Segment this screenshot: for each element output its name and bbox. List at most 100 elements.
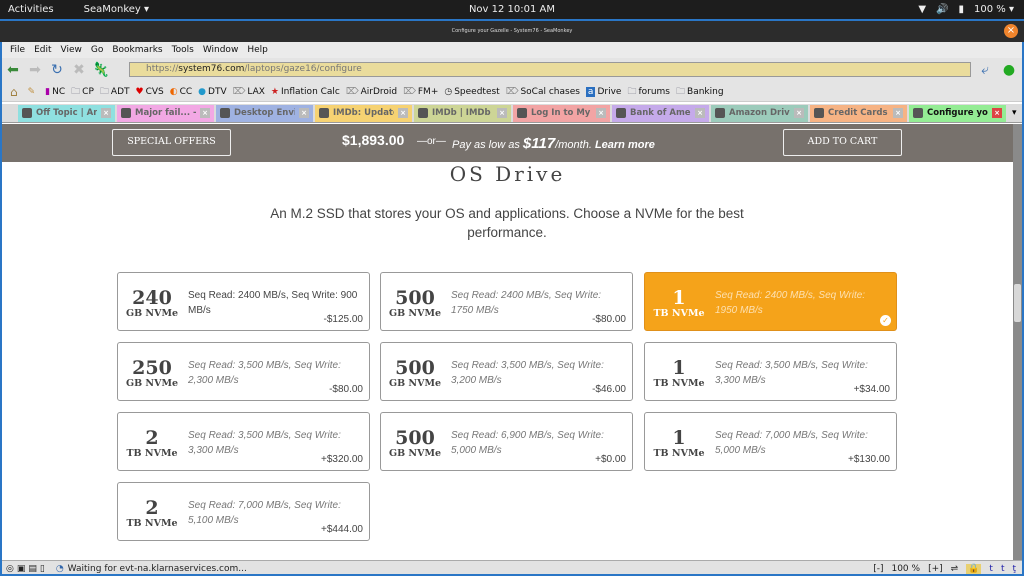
capacity-value: 500 bbox=[395, 357, 435, 379]
drive-option-card[interactable]: 500 GB NVMe Seq Read: 6,900 MB/s, Seq Writ… bbox=[380, 412, 633, 471]
add-to-cart-button[interactable]: ADD TO CART bbox=[783, 129, 902, 156]
price-delta: -$125.00 bbox=[323, 314, 363, 325]
tab[interactable]: Off Topic | An... × bbox=[18, 104, 115, 122]
bookmark-lax[interactable]: ⌦ LAX bbox=[233, 87, 265, 97]
tab-list-dropdown-icon[interactable]: ▾ bbox=[1012, 108, 1017, 118]
menu-file[interactable]: File bbox=[10, 45, 25, 55]
zoom-level[interactable]: 100 % bbox=[891, 564, 920, 574]
bookmark-cp[interactable]: 🗀 CP bbox=[71, 84, 94, 100]
clock[interactable]: Nov 12 10:01 AM bbox=[0, 4, 1024, 15]
menu-tools[interactable]: Tools bbox=[172, 45, 194, 55]
close-tab-icon[interactable]: × bbox=[497, 108, 507, 118]
url-input[interactable]: https://system76.com/laptops/gaze16/conf… bbox=[129, 62, 971, 77]
close-tab-icon[interactable]: × bbox=[101, 108, 111, 118]
back-icon[interactable]: ⬅ bbox=[2, 62, 24, 78]
bookmark-adt[interactable]: 🗀 ADT bbox=[100, 84, 130, 100]
zoom-in-button[interactable]: [+] bbox=[928, 564, 943, 574]
home-icon[interactable]: ⌂ bbox=[10, 85, 18, 99]
tab[interactable]: Bank of Ameri... × bbox=[612, 104, 709, 122]
price-delta: +$444.00 bbox=[321, 524, 363, 535]
learn-more-link[interactable]: Learn more bbox=[595, 139, 655, 151]
drive-option-card[interactable]: 1 TB NVMe Seq Read: 3,500 MB/s, Seq Write:… bbox=[644, 342, 897, 401]
bookmark-banking[interactable]: 🗀 Banking bbox=[676, 84, 724, 100]
close-tab-icon[interactable]: × bbox=[596, 108, 606, 118]
drive-option-card[interactable]: 500 GB NVMe Seq Read: 3,500 MB/s, Seq Writ… bbox=[380, 342, 633, 401]
tab[interactable]: Configure you... × bbox=[909, 104, 1006, 122]
extension-icon[interactable]: t bbox=[989, 564, 993, 574]
window-title: Configure your Gazelle - System76 - SeaM… bbox=[0, 21, 1024, 42]
capacity-unit: GB NVMe bbox=[388, 448, 442, 459]
bookmark-tag-icon: ⌦ bbox=[345, 86, 359, 97]
menu-help[interactable]: Help bbox=[247, 45, 268, 55]
zoom-out-button[interactable]: [-] bbox=[873, 564, 883, 574]
close-tab-icon[interactable]: × bbox=[794, 108, 804, 118]
close-tab-icon[interactable]: × bbox=[299, 108, 309, 118]
bookmark-drive[interactable]: a Drive bbox=[585, 86, 621, 97]
tab[interactable]: Credit Cards - ... × bbox=[810, 104, 907, 122]
bookmark-label: Speedtest bbox=[454, 86, 500, 97]
extension-icon[interactable]: ţ bbox=[1012, 564, 1016, 574]
menu-go[interactable]: Go bbox=[91, 45, 103, 55]
bookmark-socal-chases[interactable]: ⌦ SoCal chases bbox=[506, 87, 580, 97]
tab[interactable]: Major fail... - ... × bbox=[117, 104, 214, 122]
bookmark-forums[interactable]: 🗀 forums bbox=[627, 84, 670, 100]
bookmark-cvs[interactable]: ♥ CVS bbox=[136, 87, 164, 97]
capacity-value: 2 bbox=[145, 497, 159, 519]
drive-option-card[interactable]: 500 GB NVMe Seq Read: 2400 MB/s, Seq Write… bbox=[380, 272, 633, 331]
bookmark-airdroid[interactable]: ⌦ AirDroid bbox=[346, 87, 397, 97]
bookmark-nc[interactable]: ▮ NC bbox=[45, 87, 65, 97]
drive-option-card[interactable]: 2 TB NVMe Seq Read: 3,500 MB/s, Seq Write:… bbox=[117, 412, 370, 471]
stop-icon[interactable]: ✖ bbox=[68, 62, 90, 78]
close-tab-icon[interactable]: × bbox=[695, 108, 705, 118]
tab[interactable]: IMDb: Update ... × bbox=[315, 104, 412, 122]
tab[interactable]: Amazon Drive × bbox=[711, 104, 808, 122]
close-tab-icon[interactable]: × bbox=[398, 108, 408, 118]
reload-icon[interactable]: ↻ bbox=[46, 62, 68, 78]
go-icon[interactable]: ⤶ bbox=[974, 62, 996, 78]
capacity-unit: GB NVMe bbox=[125, 308, 179, 319]
bookmark-tag-icon: ⌦ bbox=[403, 86, 416, 97]
activities-button[interactable]: Activities bbox=[8, 4, 54, 15]
special-offers-button[interactable]: SPECIAL OFFERS bbox=[112, 129, 231, 156]
status-component-icons[interactable]: ◎▣▤▯ bbox=[6, 564, 48, 574]
battery-icon[interactable]: ▮ bbox=[959, 4, 965, 15]
drive-option-card[interactable]: 2 TB NVMe Seq Read: 7,000 MB/s, Seq Write:… bbox=[117, 482, 370, 541]
drive-capacity: 500 GB NVMe bbox=[385, 289, 445, 320]
tab-favicon-icon bbox=[319, 108, 329, 118]
app-menu[interactable]: SeaMonkey ▾ bbox=[84, 4, 149, 15]
drive-option-card[interactable]: 1 TB NVMe Seq Read: 7,000 MB/s, Seq Write:… bbox=[644, 412, 897, 471]
tab[interactable]: Log In to My A... × bbox=[513, 104, 610, 122]
menu-view[interactable]: View bbox=[61, 45, 82, 55]
drive-option-card[interactable]: 1 TB NVMe Seq Read: 2400 MB/s, Seq Write: … bbox=[644, 272, 897, 331]
seamonkey-logo-icon[interactable]: 🦎 bbox=[90, 62, 112, 78]
bookmark-dtv[interactable]: ● DTV bbox=[198, 87, 226, 97]
close-window-button[interactable]: × bbox=[1004, 24, 1018, 38]
bookmark-cc[interactable]: ◐ CC bbox=[170, 87, 192, 97]
drive-option-card[interactable]: 240 GB NVMe Seq Read: 2400 MB/s, Seq Write… bbox=[117, 272, 370, 331]
drive-option-card[interactable]: 250 GB NVMe Seq Read: 3,500 MB/s, Seq Writ… bbox=[117, 342, 370, 401]
close-tab-icon[interactable]: × bbox=[992, 108, 1002, 118]
battery-menu[interactable]: 100 % ▾ bbox=[974, 4, 1014, 15]
drive-capacity: 2 TB NVMe bbox=[122, 497, 182, 530]
bookmark-inflation-calc[interactable]: ★ Inflation Calc bbox=[271, 87, 340, 97]
lock-icon[interactable]: 🔒 bbox=[966, 563, 982, 574]
network-icon[interactable]: ▼ bbox=[918, 4, 926, 15]
forward-icon[interactable]: ➡ bbox=[24, 62, 46, 78]
volume-icon[interactable]: 🔊 bbox=[936, 4, 948, 15]
extension-icon[interactable]: t bbox=[1001, 564, 1005, 574]
bookmark-fm-[interactable]: ⌦ FM+ bbox=[403, 87, 438, 97]
tab-title: Credit Cards - ... bbox=[828, 108, 889, 118]
menu-edit[interactable]: Edit bbox=[34, 45, 51, 55]
bookmark-speedtest[interactable]: ◷ Speedtest bbox=[444, 87, 499, 97]
bookmarks-icon[interactable]: ✎ bbox=[28, 87, 36, 97]
close-tab-icon[interactable]: × bbox=[893, 108, 903, 118]
tab[interactable]: IMDb | IMDb C... × bbox=[414, 104, 511, 122]
menu-bookmarks[interactable]: Bookmarks bbox=[112, 45, 162, 55]
tab-title: Amazon Drive bbox=[729, 108, 790, 118]
close-tab-icon[interactable]: × bbox=[200, 108, 210, 118]
online-icon[interactable]: ⇌ bbox=[951, 564, 959, 574]
tab[interactable]: Desktop Envir... × bbox=[216, 104, 313, 122]
scrollbar-thumb[interactable] bbox=[1014, 284, 1021, 322]
scrollbar[interactable] bbox=[1013, 124, 1022, 560]
menu-window[interactable]: Window bbox=[203, 45, 239, 55]
